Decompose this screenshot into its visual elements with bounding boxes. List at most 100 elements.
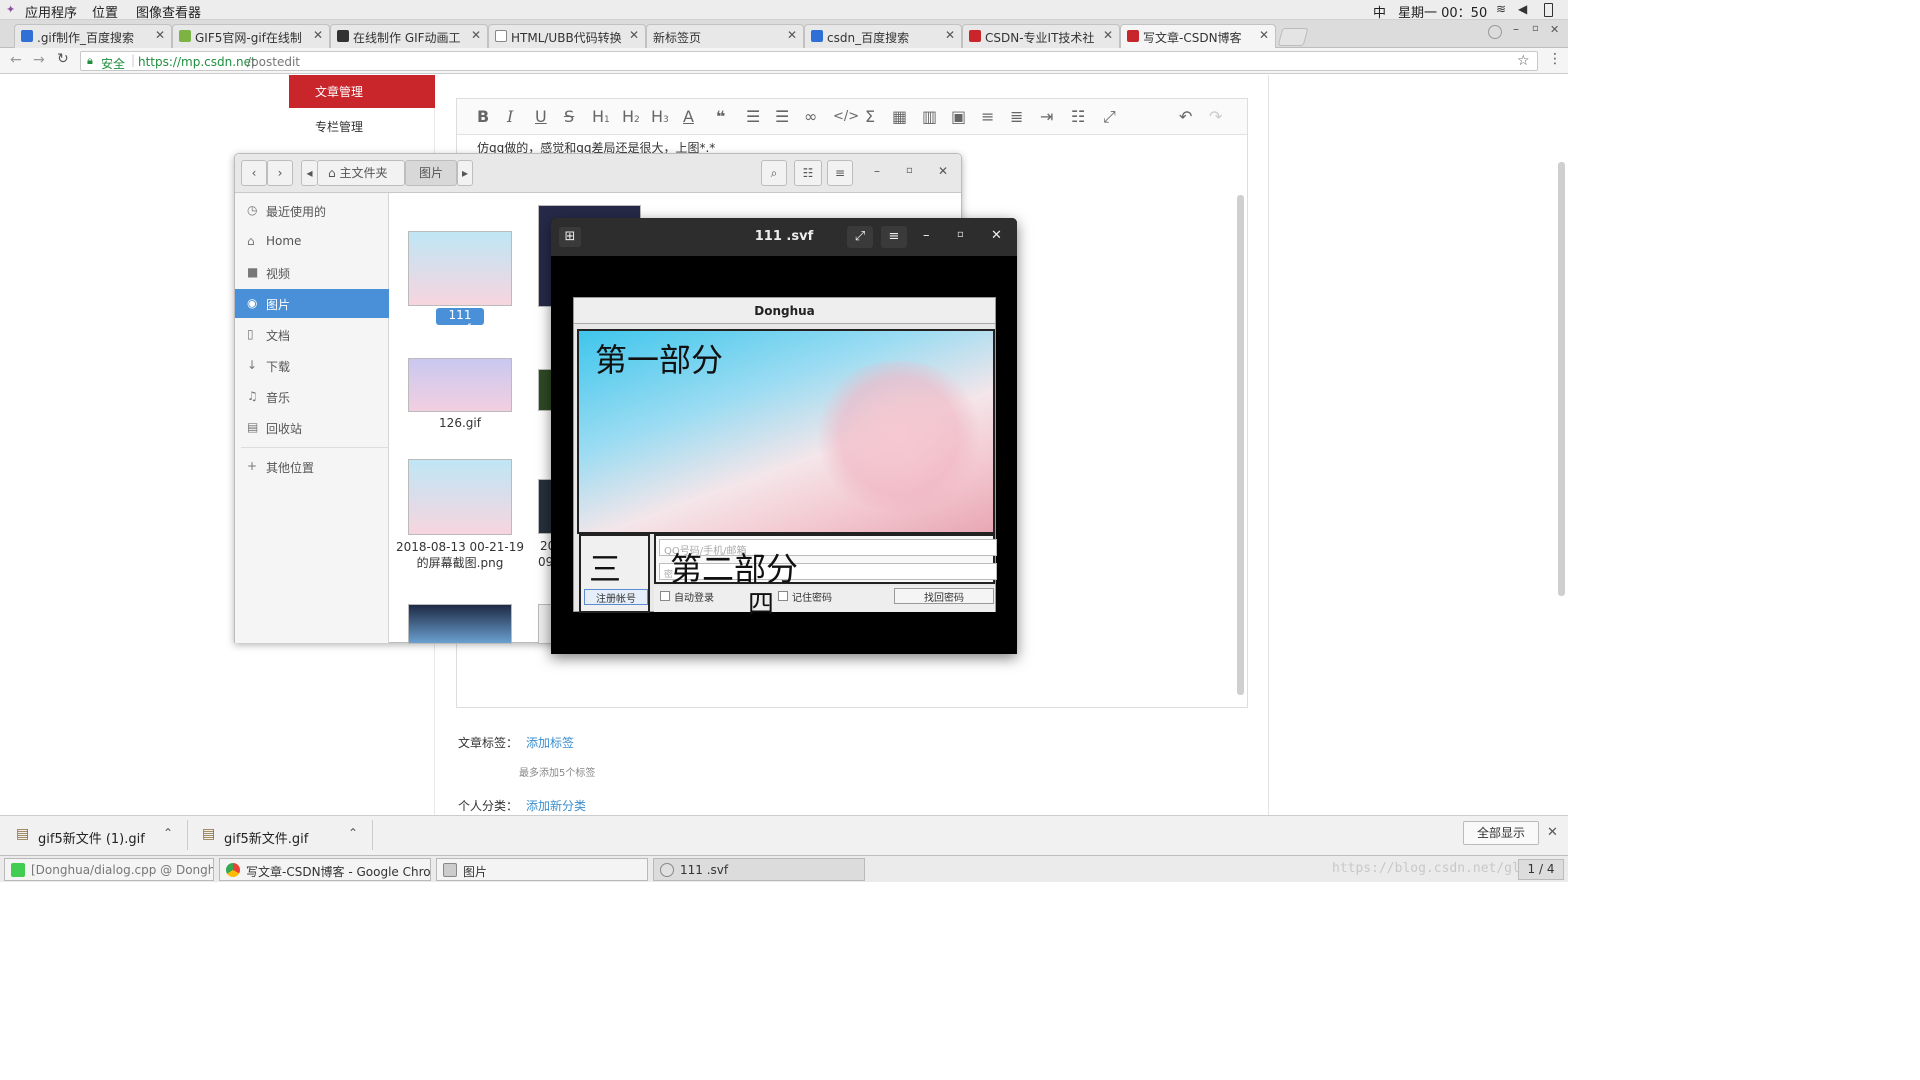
tab[interactable]: GIF5官网-gif在线制 ✕ (172, 24, 330, 48)
close-icon[interactable]: ✕ (471, 28, 481, 42)
taskbar-item-viewer[interactable]: 111 .svf (653, 858, 865, 881)
tab[interactable]: csdn_百度搜索 ✕ (804, 24, 962, 48)
path-pictures-button[interactable]: 图片 (405, 160, 457, 186)
sidebar-item-videos[interactable]: ■ 视频 (235, 258, 389, 287)
wifi-icon[interactable]: ≋ (1496, 2, 1506, 16)
taskbar-item-files[interactable]: 图片 (436, 858, 648, 881)
unordered-list-icon[interactable]: ☰ (775, 107, 789, 126)
toc-icon[interactable]: ☷ (1071, 107, 1085, 126)
volume-icon[interactable]: ◀ (1518, 2, 1527, 16)
forward-icon[interactable]: → (33, 52, 45, 68)
nav-article-management[interactable]: 文章管理 (289, 75, 435, 108)
formula-icon[interactable]: Σ (865, 107, 875, 126)
taskbar-item-chrome[interactable]: 写文章-CSDN博客 - Google Chrome (219, 858, 431, 881)
back-icon[interactable]: ← (10, 52, 22, 68)
sidebar-item-music[interactable]: ♫ 音乐 (235, 382, 389, 411)
close-icon[interactable]: ✕ (787, 28, 797, 42)
link-icon[interactable]: ∞ (804, 107, 817, 126)
file-thumbnail[interactable] (538, 604, 552, 644)
search-button[interactable]: ⌕ (761, 160, 787, 186)
menu-button[interactable]: ≡ (827, 160, 853, 186)
bookmark-star-icon[interactable]: ☆ (1517, 53, 1530, 69)
divider-icon[interactable]: ≡ (981, 107, 994, 126)
file-thumbnail[interactable] (538, 369, 552, 411)
chart-icon[interactable]: ▥ (922, 107, 937, 126)
viewer-menu-button[interactable]: ≡ (881, 226, 907, 248)
close-icon[interactable]: ✕ (938, 164, 948, 178)
quote-icon[interactable]: ❝ (716, 107, 725, 126)
table-icon[interactable]: ▦ (892, 107, 907, 126)
nav-column-management[interactable]: 专栏管理 (315, 118, 363, 135)
tab[interactable]: CSDN-专业IT技术社 ✕ (962, 24, 1120, 48)
file-label[interactable]: 126.gif (408, 416, 512, 430)
image-icon[interactable]: ▣ (951, 107, 966, 126)
heading2-icon[interactable]: H2 (622, 107, 640, 126)
chevron-up-icon[interactable]: ⌃ (163, 826, 173, 840)
workspace-pager[interactable]: 1 / 4 (1518, 859, 1564, 880)
file-thumbnail[interactable] (538, 479, 552, 534)
maximize-icon[interactable]: ▫ (1532, 23, 1539, 34)
close-icon[interactable]: ✕ (155, 28, 165, 42)
close-icon[interactable]: ✕ (945, 28, 955, 42)
ordered-list-icon[interactable]: ☰ (746, 107, 760, 126)
new-window-button[interactable]: ⊞ (559, 227, 581, 247)
close-icon[interactable]: ✕ (1547, 825, 1558, 840)
font-color-icon[interactable]: A (683, 107, 694, 126)
places-menu[interactable]: 位置 (92, 2, 118, 21)
sidebar-item-home[interactable]: ⌂ Home (235, 227, 389, 256)
close-icon[interactable]: ✕ (1550, 23, 1559, 36)
file-thumbnail-126-gif[interactable] (408, 358, 512, 412)
file-label-selected[interactable]: 111 .svf (436, 308, 484, 336)
sidebar-item-trash[interactable]: ▤ 回收站 (235, 413, 389, 442)
find-password-button[interactable]: 找回密码 (894, 588, 994, 604)
path-home-button[interactable]: ⌂ 主文件夹 (317, 160, 405, 186)
tab-active[interactable]: 写文章-CSDN博客 ✕ (1120, 24, 1276, 48)
url-field[interactable]: 🔒︎ 安全 | https://mp.csdn.net /postedit ☆ (80, 51, 1538, 71)
sidebar-item-documents[interactable]: ▯ 文档 (235, 320, 389, 349)
taskbar-item-qtcreator[interactable]: [Donghua/dialog.cpp @ Donghua - ... (4, 858, 214, 881)
heading1-icon[interactable]: H1 (592, 107, 610, 126)
applications-menu[interactable]: 应用程序 (25, 2, 77, 21)
bold-icon[interactable]: B (477, 107, 489, 126)
fullscreen-button[interactable]: ⤢ (847, 226, 873, 248)
reload-icon[interactable]: ↻ (57, 51, 69, 67)
close-icon[interactable]: ✕ (629, 28, 639, 42)
add-tag-link[interactable]: 添加标签 (526, 734, 574, 751)
italic-icon[interactable]: I (507, 107, 513, 126)
path-right-button[interactable]: ▸ (457, 160, 473, 186)
tab[interactable]: 在线制作 GIF动画工 ✕ (330, 24, 488, 48)
sidebar-item-recent[interactable]: ◷ 最近使用的 (235, 196, 389, 225)
sidebar-item-pictures[interactable]: ◉ 图片 (235, 289, 389, 318)
file-thumbnail[interactable] (408, 604, 512, 644)
strikethrough-icon[interactable]: S (564, 107, 574, 126)
auto-login-checkbox[interactable] (660, 591, 670, 601)
code-icon[interactable]: </> (833, 109, 859, 124)
input-method-indicator[interactable]: 中 (1373, 2, 1386, 21)
sidebar-item-other-locations[interactable]: + 其他位置 (235, 452, 389, 481)
fullscreen-icon[interactable]: ⤢ (1103, 107, 1116, 127)
indent-icon[interactable]: ⇥ (1040, 107, 1053, 126)
heading3-icon[interactable]: H3 (651, 107, 669, 126)
page-scrollbar[interactable] (1558, 162, 1565, 596)
forward-button[interactable]: › (267, 160, 293, 186)
download-item[interactable]: gif5新文件 (1).gif (38, 828, 145, 847)
maximize-icon[interactable]: ▫ (957, 229, 964, 240)
file-thumbnail-screenshot[interactable] (408, 459, 512, 535)
file-label[interactable]: 2018-08-13 00-21-19 的屏幕截图.png (395, 539, 525, 571)
close-icon[interactable]: ✕ (991, 228, 1002, 243)
tab[interactable]: 新标签页 ✕ (646, 24, 804, 48)
register-button[interactable]: 注册帐号 (584, 589, 648, 605)
profile-icon[interactable] (1488, 25, 1502, 39)
minimize-icon[interactable]: – (923, 228, 930, 243)
sidebar-item-downloads[interactable]: ↓ 下载 (235, 351, 389, 380)
show-all-button[interactable]: 全部显示 (1463, 821, 1539, 845)
minimize-icon[interactable]: – (874, 164, 880, 178)
close-icon[interactable]: ✕ (313, 28, 323, 42)
file-label-partial[interactable]: 09 (538, 555, 553, 569)
battery-icon[interactable] (1544, 3, 1553, 17)
minimize-icon[interactable]: – (1513, 22, 1519, 36)
new-tab-button[interactable] (1277, 28, 1309, 46)
close-icon[interactable]: ✕ (1259, 28, 1269, 42)
menu-icon[interactable]: ⋮ (1548, 51, 1562, 67)
tab[interactable]: HTML/UBB代码转换 ✕ (488, 24, 646, 48)
